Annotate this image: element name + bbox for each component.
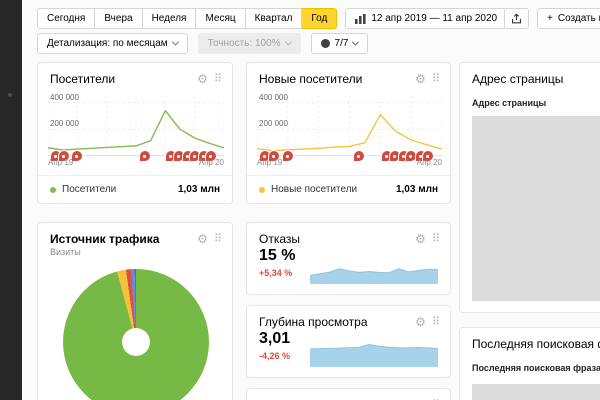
histogram-icon (355, 14, 366, 24)
new-visitors-chart: 400 000 200 000 (257, 96, 442, 156)
widget-title: Глубина просмотра (259, 315, 368, 329)
drag-handle-icon[interactable]: ⠿ (214, 74, 222, 85)
widget-title: Новые посетители (259, 72, 362, 86)
drag-handle-icon[interactable]: ⠿ (432, 74, 440, 85)
period-year[interactable]: Год (302, 8, 337, 29)
kpi-delta: -4,26 % (259, 351, 290, 361)
widget-visitors: Посетители ⚙ ⠿ 400 000 200 000 Апр 19 Ап… (37, 62, 233, 204)
drag-handle-icon[interactable]: ⠿ (432, 234, 440, 245)
legend-total: 1,03 млн (178, 184, 220, 195)
widget-title: Адрес страницы (472, 72, 563, 86)
gear-icon[interactable]: ⚙ (197, 73, 208, 85)
bounces-sparkline (310, 258, 438, 284)
x-axis-tick: Апр 20 (199, 158, 224, 167)
widget-bounces: Отказы ⚙ ⠿ 15 % +5,34 % (246, 222, 451, 295)
x-axis-labels: Апр 19 Апр 20 (48, 158, 224, 167)
widget-header: Время на сайте ⚙ ⠿ (247, 389, 450, 400)
y-axis-tick: 200 000 (259, 119, 288, 128)
widget-legend: Новые посетители 1,03 млн (247, 175, 450, 203)
widget-header: Новые посетители ⚙ ⠿ (247, 63, 450, 88)
widget-traffic-source: Источник трафика ⚙ ⠿ Визиты (37, 222, 233, 400)
chevron-down-icon (172, 39, 179, 46)
visitors-chart: 400 000 200 000 (48, 96, 224, 156)
settings-toolbar: Детализация: по месяцам Точность: 100% 7… (37, 33, 368, 54)
gear-icon[interactable]: ⚙ (415, 233, 426, 245)
download-icon (511, 13, 522, 24)
create-widget-label: Создать виджет (558, 13, 600, 24)
widget-page-url: Адрес страницы Адрес страницы (459, 62, 600, 313)
left-nav-rail (0, 0, 22, 400)
column-header: Последняя поисковая фраза (460, 353, 600, 373)
y-axis-tick: 400 000 (50, 93, 79, 102)
x-axis-tick: Апр 19 (48, 158, 73, 167)
y-axis-tick: 400 000 (259, 93, 288, 102)
chevron-down-icon (285, 39, 292, 46)
blurred-content-block (472, 116, 600, 301)
kpi-delta: +5,34 % (259, 268, 292, 278)
drag-handle-icon[interactable]: ⠿ (432, 317, 440, 328)
widget-title: Посетители (50, 72, 115, 86)
x-axis-tick: Апр 20 (417, 158, 442, 167)
depth-sparkline (310, 341, 438, 367)
period-quarter[interactable]: Квартал (246, 8, 303, 29)
period-tabs: Сегодня Вчера Неделя Месяц Квартал Год (37, 8, 337, 29)
toolbar-actions: + Создать виджет Библиотека виджетов (504, 8, 600, 29)
x-axis-tick: Апр 19 (257, 158, 282, 167)
widget-subtitle: Визиты (38, 247, 232, 257)
legend-dot (50, 187, 56, 193)
create-widget-button[interactable]: + Создать виджет (537, 8, 600, 29)
goals-label: 7/7 (335, 38, 349, 49)
period-toolbar: Сегодня Вчера Неделя Месяц Квартал Год 1… (37, 8, 507, 29)
widget-legend: Посетители 1,03 млн (38, 175, 232, 203)
widget-header: Адрес страницы (460, 63, 600, 88)
metrica-dashboard: Сегодня Вчера Неделя Месяц Квартал Год 1… (0, 0, 600, 400)
gear-icon[interactable]: ⚙ (197, 233, 208, 245)
widget-view-depth: Глубина просмотра ⚙ ⠿ 3,01 -4,26 % (246, 305, 451, 378)
accuracy-label: Точность: 100% (208, 38, 281, 49)
period-yesterday[interactable]: Вчера (95, 8, 142, 29)
widget-title: Последняя поисковая фраза (472, 337, 600, 351)
date-range-label: 12 апр 2019 — 11 апр 2020 (371, 13, 497, 24)
legend-total: 1,03 млн (396, 184, 438, 195)
detail-dropdown[interactable]: Детализация: по месяцам (37, 33, 188, 54)
plus-icon: + (547, 13, 553, 24)
gear-icon[interactable]: ⚙ (415, 316, 426, 328)
period-month[interactable]: Месяц (196, 8, 245, 29)
period-week[interactable]: Неделя (143, 8, 197, 29)
nav-rail-dot (8, 93, 12, 97)
segment-circle-icon (321, 39, 330, 48)
legend-label: Новые посетители (271, 184, 357, 195)
widget-title: Источник трафика (50, 232, 159, 246)
main-content: Сегодня Вчера Неделя Месяц Квартал Год 1… (22, 0, 600, 400)
accuracy-dropdown[interactable]: Точность: 100% (198, 33, 301, 54)
traffic-source-donut-chart (63, 269, 209, 400)
gear-icon[interactable]: ⚙ (415, 73, 426, 85)
widget-last-search-phrase: Последняя поисковая фраза Последняя поис… (459, 327, 600, 400)
widget-header: Последняя поисковая фраза (460, 328, 600, 353)
y-axis-tick: 200 000 (50, 119, 79, 128)
widget-title: Отказы (259, 232, 300, 246)
period-today[interactable]: Сегодня (37, 8, 95, 29)
detail-label: Детализация: по месяцам (47, 38, 168, 49)
chevron-down-icon (352, 39, 359, 46)
widget-time-on-site: Время на сайте ⚙ ⠿ (246, 388, 451, 400)
kpi-value: 15 % (259, 247, 295, 265)
widget-header: Посетители ⚙ ⠿ (38, 63, 232, 88)
drag-handle-icon[interactable]: ⠿ (214, 234, 222, 245)
export-button[interactable] (504, 8, 529, 29)
blurred-content-block (472, 384, 600, 400)
widget-header: Отказы ⚙ ⠿ (247, 223, 450, 248)
legend-label: Посетители (62, 184, 116, 195)
date-range-button[interactable]: 12 апр 2019 — 11 апр 2020 (345, 8, 507, 29)
widget-header: Источник трафика ⚙ ⠿ (38, 223, 232, 248)
widget-header: Глубина просмотра ⚙ ⠿ (247, 306, 450, 331)
x-axis-labels: Апр 19 Апр 20 (257, 158, 442, 167)
goals-dropdown[interactable]: 7/7 (311, 33, 369, 54)
kpi-value: 3,01 (259, 330, 290, 348)
widget-new-visitors: Новые посетители ⚙ ⠿ 400 000 200 000 Апр… (246, 62, 451, 204)
legend-dot (259, 187, 265, 193)
column-header: Адрес страницы (460, 88, 600, 108)
